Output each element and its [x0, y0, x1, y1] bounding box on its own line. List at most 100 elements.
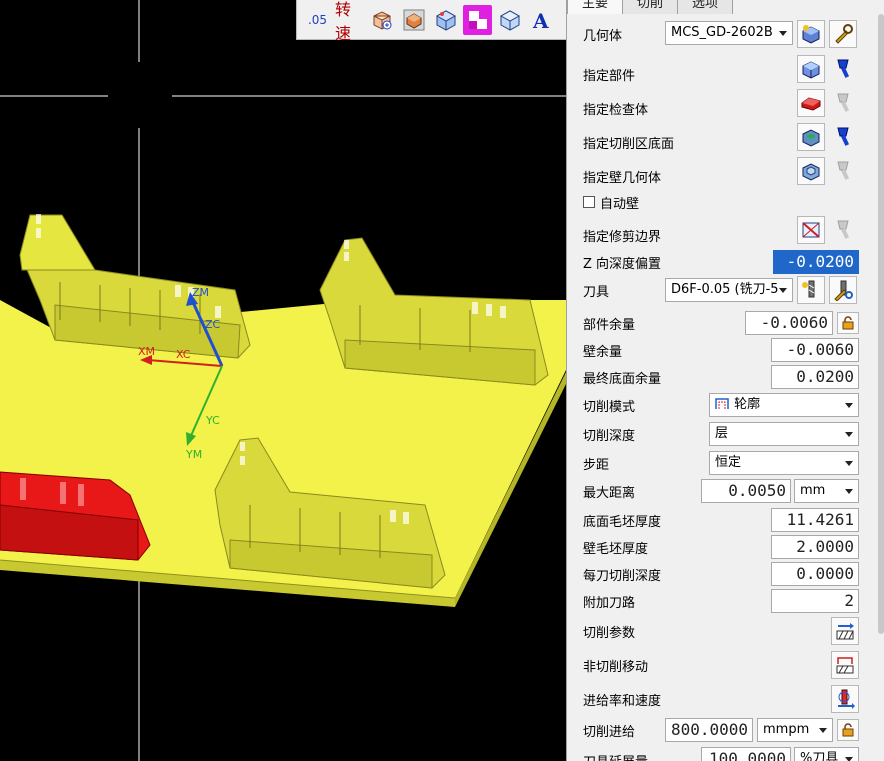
non-cut-moves-label: 非切削移动: [583, 659, 649, 675]
speed-button[interactable]: 转速: [335, 0, 364, 43]
specify-trim-label: 指定修剪边界: [583, 229, 662, 245]
geometry-edit-wrench-icon[interactable]: [829, 20, 857, 48]
tool-value: D6F-0.05 (铣刀-5: [671, 282, 779, 297]
geometry-select[interactable]: MCS_GD-2602B: [665, 21, 793, 45]
non-cut-moves-icon[interactable]: [831, 651, 859, 679]
speed-label: 转速: [335, 0, 352, 43]
wall-stock-input[interactable]: -0.0060: [771, 338, 859, 362]
specify-part-label: 指定部件: [583, 68, 636, 84]
shaded-solid-icon[interactable]: [399, 5, 428, 35]
z-offset-label: Z 向深度偏置: [583, 256, 662, 272]
depth-per-cut-input[interactable]: 0.0000: [771, 562, 859, 586]
axis-label-xc: XC: [176, 348, 191, 361]
part-stock-input[interactable]: -0.0060: [745, 311, 833, 335]
specify-check-label: 指定检查体: [583, 102, 649, 118]
max-distance-unit: mm: [800, 483, 826, 498]
max-distance-label: 最大距离: [583, 485, 636, 501]
annotation-text-icon[interactable]: A: [527, 5, 556, 35]
decimal-places-button[interactable]: .05: [303, 5, 332, 35]
cut-feed-label: 切削进给: [583, 724, 636, 740]
tab-cutting[interactable]: 切削: [622, 0, 679, 14]
part-stock-label: 部件余量: [583, 317, 636, 333]
stepover-label: 步距: [583, 457, 610, 473]
wireframe-cube-icon[interactable]: [495, 5, 524, 35]
graphics-viewport[interactable]: ZM ZC XM XC YC YM: [0, 0, 566, 761]
geometry-label: 几何体: [583, 28, 623, 44]
z-offset-input[interactable]: -0.0200: [773, 250, 859, 274]
bracket-upper-right: [319, 237, 549, 386]
additional-passes-input[interactable]: 2: [771, 589, 859, 613]
cut-feed-input[interactable]: 800.0000: [665, 718, 753, 742]
tab-options[interactable]: 选项: [677, 0, 734, 14]
show-check-flashlight-icon-disabled: [829, 89, 857, 117]
floor-blank-label: 底面毛坯厚度: [583, 514, 662, 530]
cut-pattern-label: 切削模式: [583, 399, 636, 415]
tool-extension-label: 刀具延展量: [583, 751, 648, 761]
axis-label-ym: YM: [185, 448, 202, 461]
wall-stock-label: 壁余量: [583, 344, 623, 360]
dialog-tabs: 主要 切削 选项: [567, 0, 734, 14]
cut-depth-label: 切削深度: [583, 428, 636, 444]
specify-floor-label: 指定切削区底面: [583, 136, 675, 152]
select-check-icon[interactable]: [797, 89, 825, 117]
tool-label: 刀具: [583, 284, 610, 300]
wall-blank-input[interactable]: 2.0000: [771, 535, 859, 559]
geometry-new-icon[interactable]: [797, 20, 825, 48]
cut-pattern-value: 轮廓: [734, 397, 761, 412]
cut-depth-select[interactable]: 层: [709, 422, 859, 446]
additional-passes-label: 附加刀路: [583, 595, 636, 611]
axis-label-zm: ZM: [192, 286, 209, 299]
select-trim-boundary-icon[interactable]: [797, 216, 825, 244]
edit-tool-icon[interactable]: [829, 276, 857, 304]
max-distance-input[interactable]: 0.0050: [701, 479, 791, 503]
decimal-places-label: .05: [307, 12, 328, 27]
axis-label-xm: XM: [138, 345, 155, 358]
profile-pattern-icon: [715, 398, 729, 409]
cut-params-label: 切削参数: [583, 625, 636, 641]
auto-wall-checkbox[interactable]: [583, 196, 595, 208]
stepover-value: 恒定: [715, 455, 742, 470]
part-model-canvas[interactable]: ZM ZC XM XC YC YM: [0, 0, 566, 761]
max-distance-unit-select[interactable]: mm: [794, 479, 859, 503]
part-stock-lock-icon[interactable]: [837, 312, 859, 334]
depth-per-cut-label: 每刀切削深度: [583, 568, 662, 584]
tab-main[interactable]: 主要: [567, 0, 624, 14]
new-tool-icon[interactable]: [797, 276, 825, 304]
svg-text:A: A: [532, 9, 549, 32]
select-wall-icon[interactable]: [797, 157, 825, 185]
view-cube-icon[interactable]: [431, 5, 460, 35]
auto-wall-label: 自动壁: [600, 196, 640, 212]
final-floor-stock-input[interactable]: 0.0200: [771, 365, 859, 389]
final-floor-stock-label: 最终底面余量: [583, 371, 662, 387]
axis-label-zc: ZC: [205, 318, 221, 331]
selection-toolbar: .05 转速 A: [296, 0, 568, 43]
floor-blank-input[interactable]: 11.4261: [771, 508, 859, 532]
wall-blank-label: 壁毛坯厚度: [583, 541, 649, 557]
bracket-upper-left: [19, 214, 251, 359]
cut-depth-value: 层: [715, 426, 729, 441]
show-floor-flashlight-icon[interactable]: [829, 123, 857, 151]
show-trim-flashlight-icon-disabled: [829, 216, 857, 244]
cut-feed-unit-select[interactable]: mmpm: [757, 718, 833, 742]
cube-plus-icon[interactable]: [367, 5, 396, 35]
show-part-flashlight-icon[interactable]: [829, 55, 857, 83]
stepover-select[interactable]: 恒定: [709, 451, 859, 475]
tool-extension-input[interactable]: 100.0000: [701, 747, 791, 761]
auto-wall-row[interactable]: 自动壁: [583, 192, 874, 212]
cut-pattern-select[interactable]: 轮廓: [709, 393, 859, 417]
select-floor-icon[interactable]: [797, 123, 825, 151]
cut-feed-unit: mmpm: [763, 722, 810, 737]
display-mode-icon[interactable]: [463, 4, 492, 35]
cut-params-icon[interactable]: [831, 617, 859, 645]
geometry-value: MCS_GD-2602B: [671, 25, 773, 40]
show-wall-flashlight-icon-disabled: [829, 157, 857, 185]
tool-select[interactable]: D6F-0.05 (铣刀-5: [665, 278, 793, 302]
tool-extension-unit-select[interactable]: %刀具: [794, 747, 859, 761]
axis-label-yc: YC: [205, 414, 220, 427]
operation-dialog: 主要 切削 选项 几何体 MCS_GD-2602B 指定部件 指定检查体 指定切…: [566, 0, 884, 761]
select-part-icon[interactable]: [797, 55, 825, 83]
feeds-speeds-label: 进给率和速度: [583, 693, 662, 709]
feeds-speeds-icon[interactable]: [831, 685, 859, 713]
cut-feed-lock-icon[interactable]: [837, 719, 859, 741]
panel-scrollbar[interactable]: [878, 14, 884, 634]
